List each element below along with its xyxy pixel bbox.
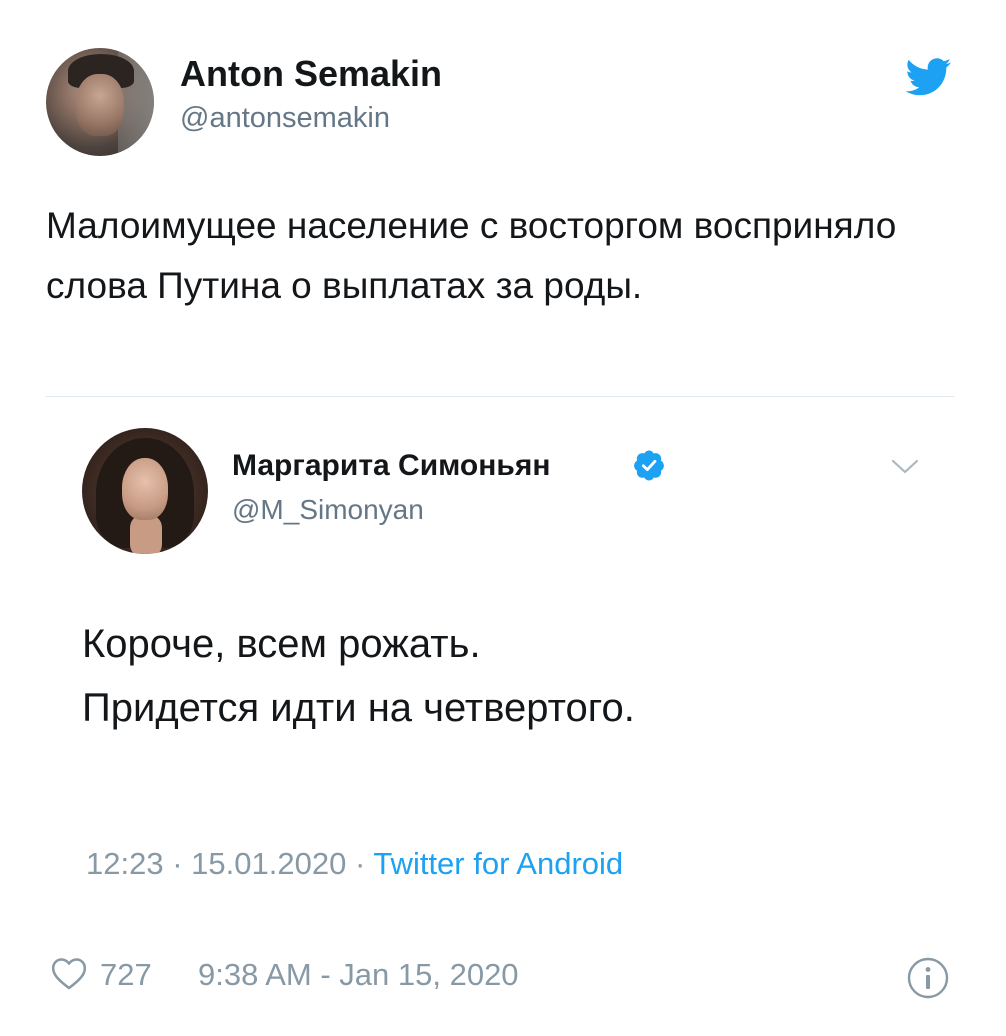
like-count[interactable]: 727 bbox=[100, 957, 152, 993]
info-icon[interactable] bbox=[906, 956, 950, 1000]
avatar-face bbox=[76, 74, 124, 136]
twitter-bird-icon[interactable] bbox=[906, 58, 952, 96]
quoted-text-line: Придется идти на четвертого. bbox=[82, 686, 635, 730]
heart-icon[interactable] bbox=[50, 955, 88, 991]
divider bbox=[46, 396, 954, 397]
quoted-date[interactable]: 15.01.2020 bbox=[191, 846, 346, 881]
quoted-author-avatar[interactable] bbox=[82, 428, 208, 554]
quoted-tweet-text: Короче, всем рожать. Придется идти на че… bbox=[82, 612, 942, 740]
author-avatar[interactable] bbox=[46, 48, 154, 156]
quoted-time[interactable]: 12:23 bbox=[86, 846, 164, 881]
tweet-text: Малоимущее население с восторгом восприн… bbox=[46, 205, 897, 306]
quoted-author-handle[interactable]: @M_Simonyan bbox=[232, 494, 424, 526]
quoted-author-name[interactable]: Маргарита Симоньян bbox=[232, 449, 550, 483]
author-name[interactable]: Anton Semakin bbox=[180, 53, 442, 95]
avatar-neck bbox=[130, 516, 162, 554]
author-handle[interactable]: @antonsemakin bbox=[180, 102, 390, 135]
quoted-source-link[interactable]: Twitter for Android bbox=[373, 846, 623, 881]
quoted-tweet-meta: 12:23 · 15.01.2020 · Twitter for Android bbox=[86, 846, 623, 882]
avatar-face bbox=[122, 458, 168, 520]
verified-badge-icon bbox=[634, 450, 664, 481]
meta-separator: · bbox=[354, 846, 366, 881]
meta-separator: · bbox=[172, 846, 183, 881]
quoted-text-line: Короче, всем рожать. bbox=[82, 622, 481, 666]
chevron-down-icon[interactable] bbox=[890, 458, 920, 476]
tweet-timestamp[interactable]: 9:38 AM - Jan 15, 2020 bbox=[198, 957, 519, 993]
